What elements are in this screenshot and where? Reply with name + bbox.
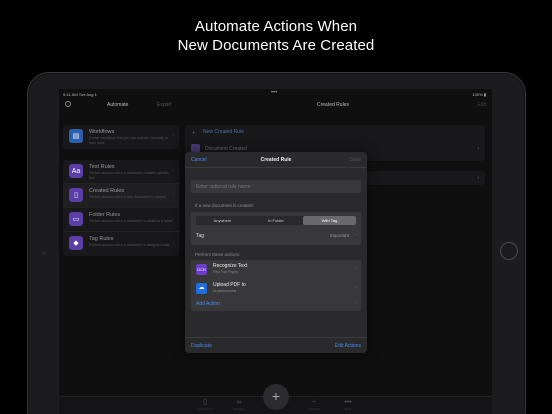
tab-connect[interactable]: ⑂ Connect bbox=[299, 399, 329, 411]
tab-documents[interactable]: ▯ Documents bbox=[190, 399, 220, 411]
segment-in-folder[interactable]: In Folder bbox=[249, 216, 303, 225]
chevron-right-icon: › bbox=[355, 232, 357, 238]
nav-title: Created Rules bbox=[317, 102, 349, 108]
chevron-right-icon: › bbox=[355, 285, 357, 291]
chevron-right-icon: › bbox=[172, 192, 174, 198]
chevron-right-icon: › bbox=[477, 146, 479, 152]
headline-line-1: Automate Actions When bbox=[194, 18, 358, 35]
connect-icon: ⑂ bbox=[311, 399, 317, 406]
home-button[interactable] bbox=[500, 242, 518, 260]
created-rule-modal: Cancel Created Rule Save Enter optional … bbox=[185, 152, 367, 353]
condition-card: Anywhere In Folder With Tag Tag Importan… bbox=[191, 212, 361, 245]
chevron-right-icon: › bbox=[355, 300, 357, 306]
new-rule-button[interactable]: New Created Rule bbox=[203, 129, 244, 135]
nav-edit-button[interactable]: Edit bbox=[477, 102, 486, 108]
modal-footer: Duplicate Edit Actions bbox=[185, 337, 367, 353]
chevron-right-icon: › bbox=[477, 175, 479, 181]
chevron-right-icon: › bbox=[355, 266, 357, 272]
rules-group: Aa Text Rules Perform actions when a doc… bbox=[63, 160, 179, 256]
sidebar-item-folder-rules[interactable]: ▭ Folder Rules Perform actions when a do… bbox=[63, 208, 179, 232]
status-bar: 9:41 AM Tue Aug 1 ••• 100% ▮ bbox=[59, 89, 492, 99]
segment-with-tag[interactable]: With Tag bbox=[303, 216, 356, 225]
doc-icon: ▯ bbox=[203, 399, 207, 406]
status-time: 9:41 AM Tue Aug 1 bbox=[63, 92, 97, 97]
sidebar-item-label: Folder Rules bbox=[89, 212, 121, 218]
chevron-right-icon: › bbox=[172, 133, 174, 139]
plus-icon: + bbox=[271, 388, 281, 404]
action-subtitle: Dropbox/scans bbox=[213, 289, 237, 293]
sidebar-item-subtitle: Create workflows that you can activate m… bbox=[89, 136, 168, 145]
sidebar-item-subtitle: Perform actions when a new document is c… bbox=[89, 195, 166, 199]
action-subtitle: First Two Pages bbox=[213, 270, 239, 274]
sidebar-item-tag-rules[interactable]: ◆ Tag Rules Perform actions when a docum… bbox=[63, 232, 179, 256]
action-upload-pdf[interactable]: Upload PDF to bbox=[213, 282, 246, 288]
actions-card: OCR Recognize Text First Two Pages › ☁ U… bbox=[191, 260, 361, 311]
navigation-bar: Automate Export Created Rules Edit bbox=[59, 99, 492, 111]
headline-line-2: New Documents Are Created bbox=[177, 37, 375, 54]
nav-automate[interactable]: Automate bbox=[107, 102, 128, 108]
chevron-right-icon: › bbox=[172, 168, 174, 174]
scan-plus-button[interactable]: + bbox=[263, 384, 289, 410]
action-recognize-text[interactable]: Recognize Text bbox=[213, 263, 247, 269]
tag-icon: ◆ bbox=[69, 236, 83, 250]
tag-label: Tag bbox=[196, 233, 205, 239]
tab-navigate[interactable]: ∞ Navigate bbox=[224, 399, 254, 411]
sidebar-item-label: Created Rules bbox=[89, 188, 125, 194]
condition-label: If a new document is created: bbox=[195, 203, 254, 208]
tab-label: More bbox=[344, 407, 352, 411]
duplicate-button[interactable]: Duplicate bbox=[191, 343, 212, 349]
binoculars-icon: ∞ bbox=[236, 399, 242, 406]
sidebar-item-subtitle: Perform actions when a document is added… bbox=[89, 219, 173, 223]
headline: Automate Actions When New Documents Are … bbox=[0, 17, 552, 55]
edit-actions-button[interactable]: Edit Actions bbox=[335, 343, 361, 349]
camera-dot bbox=[42, 251, 46, 255]
tab-label: Connect bbox=[308, 407, 320, 411]
sync-icon[interactable] bbox=[65, 101, 71, 107]
actions-label: Perform these actions: bbox=[195, 252, 241, 257]
add-action-button[interactable]: Add Action bbox=[196, 301, 220, 307]
sidebar-item-text-rules[interactable]: Aa Text Rules Perform actions when a doc… bbox=[63, 160, 179, 184]
cloud-upload-icon: ☁ bbox=[196, 283, 207, 294]
modal-title: Created Rule bbox=[260, 157, 292, 163]
recognize-text-icon: OCR bbox=[196, 264, 207, 275]
sidebar-item-workflows[interactable]: ▤ Workflows Create workflows that you ca… bbox=[63, 125, 179, 149]
tag-value[interactable]: Important bbox=[330, 233, 349, 238]
sidebar-item-subtitle: Perform actions when a document is assig… bbox=[89, 243, 170, 247]
plus-icon[interactable]: ＋ bbox=[191, 129, 196, 136]
segment-anywhere[interactable]: Anywhere bbox=[196, 216, 249, 225]
multitask-dots-icon[interactable]: ••• bbox=[271, 90, 277, 96]
sidebar-item-label: Workflows bbox=[89, 129, 115, 135]
chevron-right-icon: › bbox=[172, 216, 174, 222]
tab-more[interactable]: ••• More bbox=[333, 399, 363, 411]
workflows-group: ▤ Workflows Create workflows that you ca… bbox=[63, 125, 179, 149]
folder-icon: ▭ bbox=[69, 212, 83, 226]
document-icon: ▯ bbox=[69, 188, 83, 202]
sidebar-item-label: Text Rules bbox=[89, 164, 115, 170]
location-segmented-control: Anywhere In Folder With Tag bbox=[196, 216, 356, 225]
tab-label: Navigate bbox=[233, 407, 245, 411]
workflow-icon: ▤ bbox=[69, 129, 83, 143]
rule-name-input[interactable]: Enter optional rule name bbox=[191, 180, 361, 193]
sidebar-item-subtitle: Perform actions when a document contains… bbox=[89, 171, 169, 180]
text-icon: Aa bbox=[69, 164, 83, 178]
battery-status: 100% ▮ bbox=[472, 92, 486, 97]
chevron-right-icon: › bbox=[172, 240, 174, 246]
sidebar-item-label: Tag Rules bbox=[89, 236, 114, 242]
tab-label: Documents bbox=[197, 407, 213, 411]
ellipsis-icon: ••• bbox=[344, 399, 352, 406]
modal-header: Cancel Created Rule Save bbox=[185, 152, 367, 168]
save-button[interactable]: Save bbox=[350, 157, 361, 163]
sidebar-item-created-rules[interactable]: ▯ Created Rules Perform actions when a n… bbox=[63, 184, 179, 208]
nav-export[interactable]: Export bbox=[157, 102, 171, 108]
